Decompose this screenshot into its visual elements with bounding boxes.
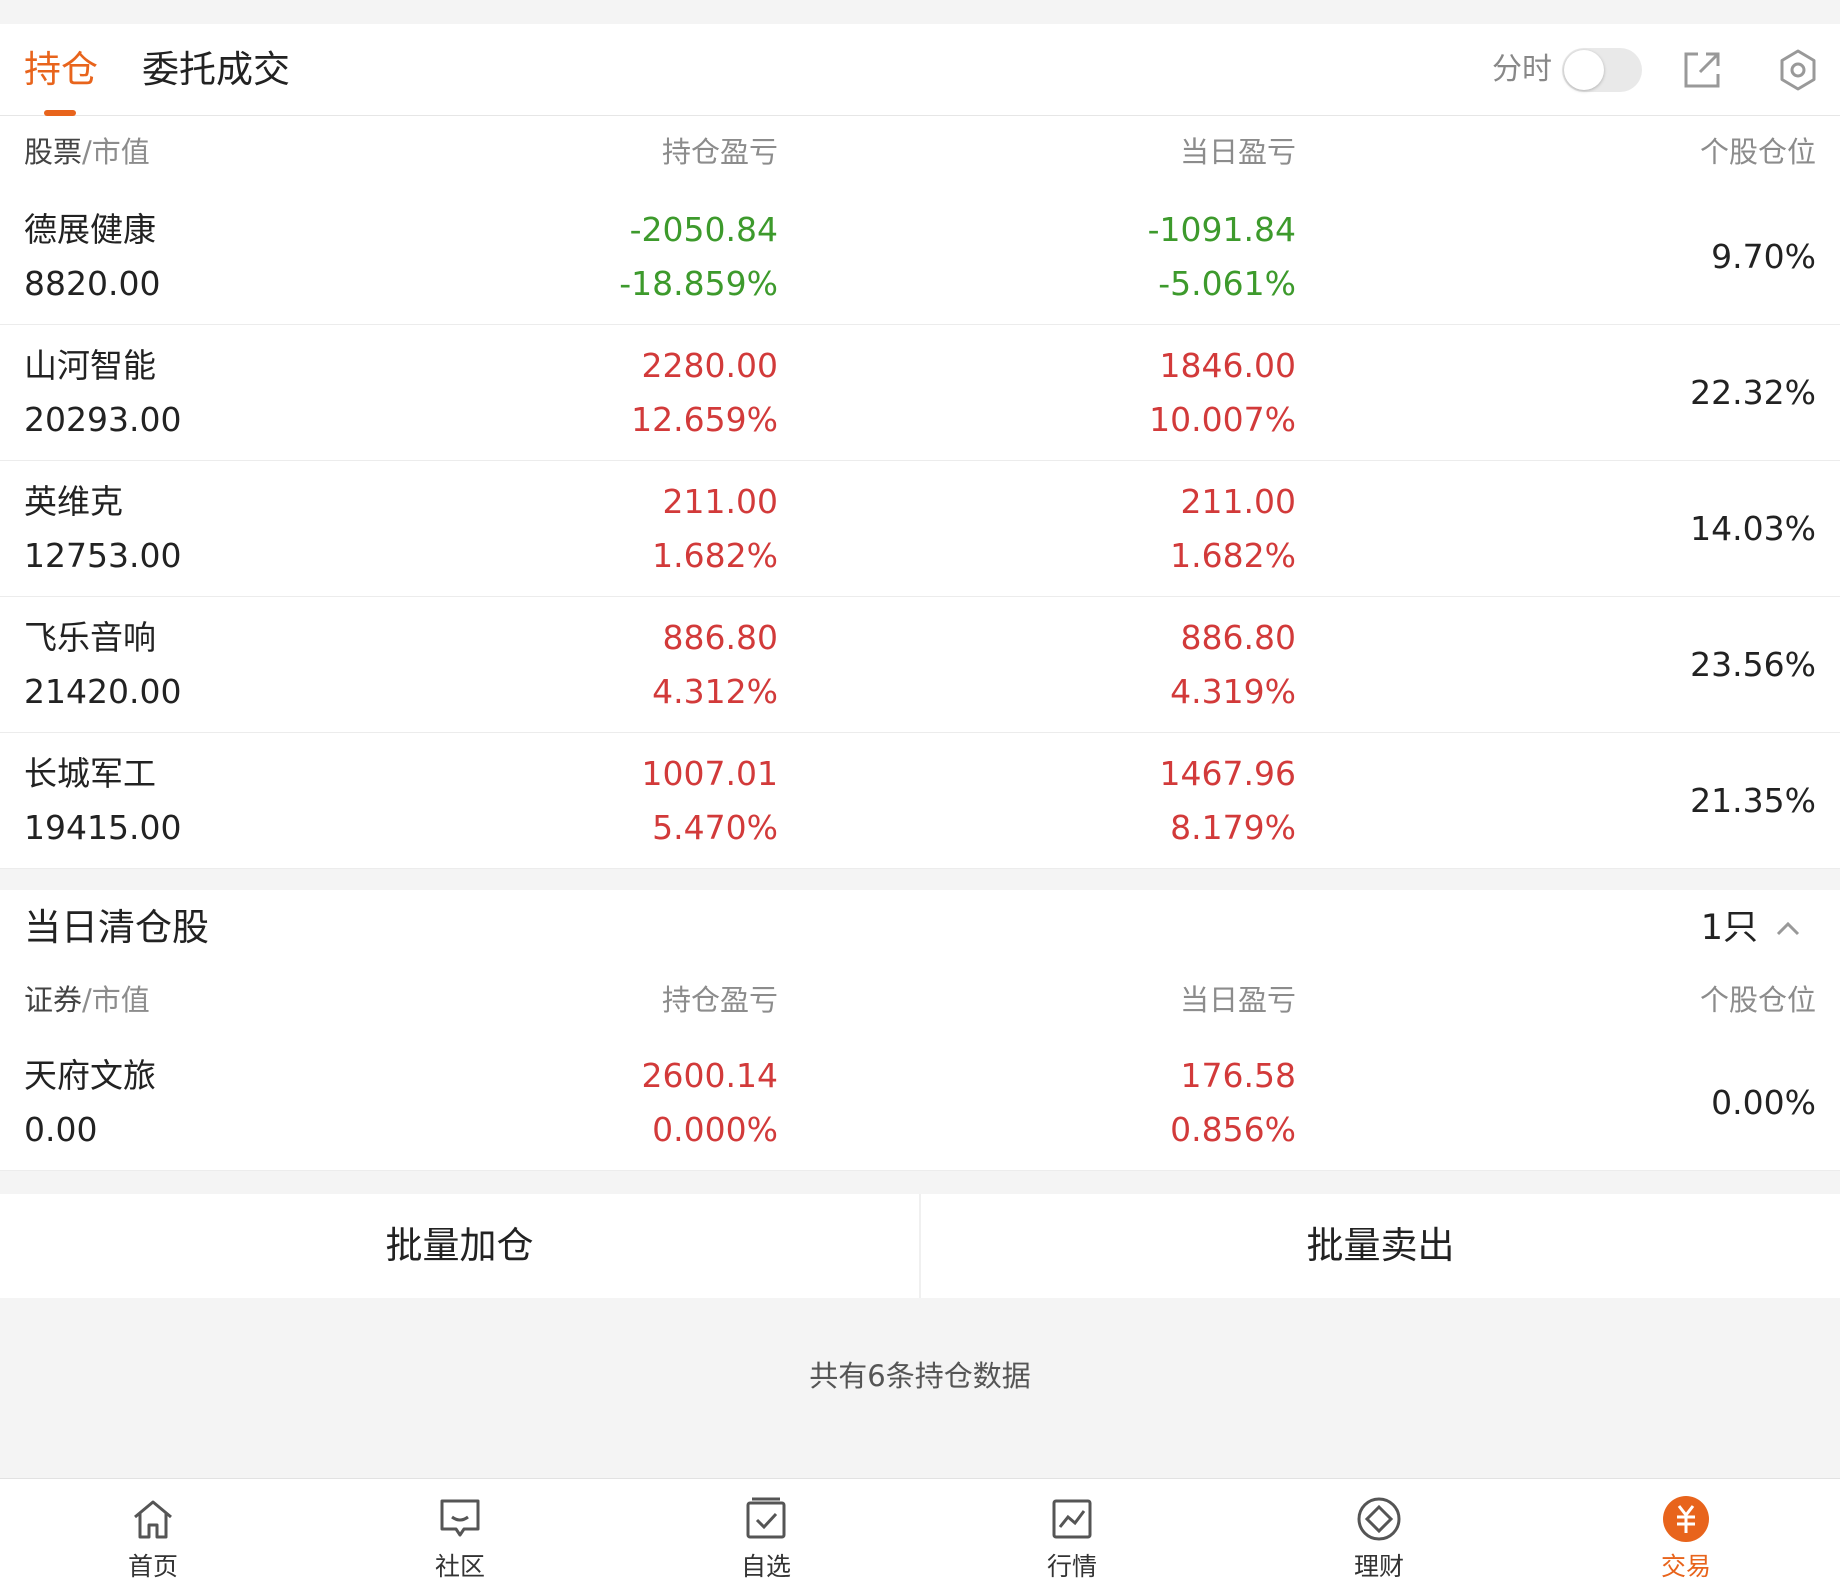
stock-name: 长城军工 <box>24 754 156 793</box>
stock-name: 山河智能 <box>24 346 156 385</box>
fenshi-toggle[interactable] <box>1562 48 1642 92</box>
day-pnl-pct: 8.179% <box>1170 808 1296 847</box>
gear-icon[interactable] <box>1776 48 1820 92</box>
day-pnl: -1091.84 <box>1147 210 1296 249</box>
market-value: 0.00 <box>24 1110 98 1149</box>
watchlist-icon <box>746 1497 786 1539</box>
nav-label: 首页 <box>127 1552 178 1581</box>
chart-icon <box>1052 1499 1092 1539</box>
stock-row[interactable]: 飞乐音响 21420.00 886.80 4.312% 886.80 4.319% 23.5… <box>0 597 1840 733</box>
position-pnl: 1007.01 <box>641 754 778 793</box>
cleared-section-header[interactable]: 当日清仓股 1只 <box>0 890 1840 966</box>
position-weight: 21.35% <box>1690 781 1816 820</box>
col-header-security: 证券/市值 <box>24 983 150 1017</box>
trade-icon <box>1663 1496 1709 1542</box>
nav-label: 理财 <box>1353 1552 1404 1581</box>
chat-icon <box>440 1499 480 1537</box>
day-pnl-pct: 0.856% <box>1170 1110 1296 1149</box>
day-pnl-pct: 1.682% <box>1170 536 1296 575</box>
stock-name: 德展健康 <box>24 210 156 249</box>
market-value: 12753.00 <box>24 536 182 575</box>
day-pnl: 211.00 <box>1180 482 1296 521</box>
position-pnl: 211.00 <box>662 482 778 521</box>
stock-name: 英维克 <box>24 482 123 521</box>
tab-bar: 持仓 委托成交 分时 <box>0 24 1840 116</box>
day-pnl: 1846.00 <box>1159 346 1296 385</box>
market-value: 21420.00 <box>24 672 182 711</box>
nav-home[interactable]: 首页 <box>83 1479 223 1596</box>
market-value: 19415.00 <box>24 808 182 847</box>
nav-watchlist[interactable]: 自选 <box>696 1479 836 1596</box>
col-header-stock: 股票/市值 <box>24 135 150 169</box>
stock-row[interactable]: 山河智能 20293.00 2280.00 12.659% 1846.00 10.007%… <box>0 325 1840 461</box>
position-pnl-pct: 0.000% <box>652 1110 778 1149</box>
position-pnl: 2600.14 <box>641 1056 778 1095</box>
col-header-pnl: 持仓盈亏 <box>661 983 778 1017</box>
chevron-up-icon[interactable] <box>1770 910 1806 946</box>
fenshi-label: 分时 <box>1492 52 1552 87</box>
day-pnl-pct: 4.319% <box>1170 672 1296 711</box>
position-pnl: 886.80 <box>662 618 778 657</box>
top-strip <box>0 0 1840 24</box>
position-pnl-pct: 12.659% <box>631 400 778 439</box>
action-bar: 批量加仓 批量卖出 <box>0 1194 1840 1298</box>
tab-positions[interactable]: 持仓 <box>24 24 98 116</box>
stock-name: 飞乐音响 <box>24 618 156 657</box>
nav-label: 自选 <box>740 1552 791 1581</box>
batch-add-button[interactable]: 批量加仓 <box>0 1194 919 1298</box>
col-header-day-pnl: 当日盈亏 <box>1179 135 1296 169</box>
nav-wealth[interactable]: 理财 <box>1309 1479 1449 1596</box>
stock-name: 天府文旅 <box>24 1056 156 1095</box>
tab-orders[interactable]: 委托成交 <box>142 24 290 116</box>
col-header-weight: 个股仓位 <box>1699 983 1816 1017</box>
day-pnl: 176.58 <box>1180 1056 1296 1095</box>
market-value: 8820.00 <box>24 264 161 303</box>
position-weight: 22.32% <box>1690 373 1816 412</box>
nav-community[interactable]: 社区 <box>390 1479 530 1596</box>
day-pnl: 1467.96 <box>1159 754 1296 793</box>
col-header-pnl: 持仓盈亏 <box>661 135 778 169</box>
cleared-section-title: 当日清仓股 <box>24 906 209 949</box>
toggle-knob <box>1564 50 1604 90</box>
day-pnl-pct: 10.007% <box>1149 400 1296 439</box>
position-pnl-pct: 4.312% <box>652 672 778 711</box>
home-icon <box>134 1500 172 1539</box>
cleared-count: 1只 <box>1700 908 1758 948</box>
position-pnl-pct: -18.859% <box>619 264 778 303</box>
bottom-nav: 首页 社区 自选 行情 理财 交易 <box>0 1478 1840 1596</box>
position-pnl-pct: 5.470% <box>652 808 778 847</box>
position-weight: 0.00% <box>1711 1083 1816 1122</box>
position-weight: 9.70% <box>1711 237 1816 276</box>
section-gap <box>0 869 1840 890</box>
day-pnl: 886.80 <box>1180 618 1296 657</box>
col-header-day-pnl: 当日盈亏 <box>1179 983 1296 1017</box>
stock-row[interactable]: 天府文旅 0.00 2600.14 0.000% 176.58 0.856% 0.00% <box>0 1035 1840 1171</box>
nav-label: 行情 <box>1046 1552 1097 1581</box>
nav-label: 交易 <box>1660 1552 1711 1581</box>
batch-sell-button[interactable]: 批量卖出 <box>921 1194 1840 1298</box>
day-pnl-pct: -5.061% <box>1158 264 1296 303</box>
position-weight: 14.03% <box>1690 509 1816 548</box>
stock-row[interactable]: 德展健康 8820.00 -2050.84 -18.859% -1091.84 -5.06… <box>0 189 1840 325</box>
position-weight: 23.56% <box>1690 645 1816 684</box>
nav-label: 社区 <box>434 1552 485 1581</box>
stock-row[interactable]: 长城军工 19415.00 1007.01 5.470% 1467.96 8.179% 21… <box>0 733 1840 869</box>
holdings-count-note: 共有6条持仓数据 <box>809 1359 1031 1393</box>
stock-row[interactable]: 英维克 12753.00 211.00 1.682% 211.00 1.682% 14.03… <box>0 461 1840 597</box>
position-pnl-pct: 1.682% <box>652 536 778 575</box>
nav-trade[interactable]: 交易 <box>1616 1479 1756 1596</box>
positions-screen: 持仓 委托成交 分时 股票/市值 持仓盈亏 当日盈亏 个股仓位 德展健康 8820… <box>0 0 1840 1596</box>
section-gap <box>0 1171 1840 1194</box>
position-pnl: -2050.84 <box>629 210 778 249</box>
share-icon[interactable] <box>1680 48 1724 92</box>
wealth-icon <box>1357 1497 1401 1541</box>
position-pnl: 2280.00 <box>641 346 778 385</box>
market-value: 20293.00 <box>24 400 182 439</box>
nav-market[interactable]: 行情 <box>1002 1479 1142 1596</box>
col-header-weight: 个股仓位 <box>1699 135 1816 169</box>
